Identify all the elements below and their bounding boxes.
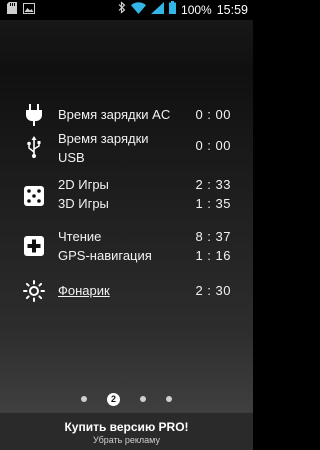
wifi-icon <box>131 1 147 19</box>
plus-icon <box>22 234 46 258</box>
usb-charging-label-line2: USB <box>58 150 85 165</box>
buy-pro-label[interactable]: Купить версию PRO! <box>0 420 253 434</box>
flashlight-link[interactable]: Фонарик <box>58 281 110 300</box>
gps-navigation-value: 1 : 16 <box>195 248 231 263</box>
page-dot-1[interactable] <box>81 396 87 402</box>
signal-icon <box>151 1 165 19</box>
reading-label: Чтение <box>58 229 102 244</box>
buy-pro-banner[interactable]: Купить версию PRO! Убрать рекламу <box>0 412 253 450</box>
plug-icon <box>22 103 46 127</box>
usb-icon <box>22 135 46 159</box>
flashlight-value: 2 : 30 <box>195 283 231 298</box>
status-time: 15:59 <box>216 3 248 17</box>
usb-charging-label-line1: Время зарядки <box>58 131 149 146</box>
games-3d-label: 3D Игры <box>58 196 109 211</box>
battery-icon <box>169 1 177 19</box>
dice-icon <box>22 184 46 208</box>
page-indicator: 2 <box>0 392 253 406</box>
games-3d-value: 1 : 35 <box>195 196 231 211</box>
sd-card-icon <box>7 1 17 19</box>
reading-value: 8 : 37 <box>195 229 231 244</box>
battery-percent: 100% <box>181 3 212 17</box>
sun-icon <box>22 279 46 303</box>
image-icon <box>23 1 35 19</box>
app-screen: 100% 15:59 Время зарядки AC 0 : 00 Время… <box>0 0 253 450</box>
bluetooth-icon <box>118 1 126 19</box>
games-2d-value: 2 : 33 <box>195 177 231 192</box>
remove-ads-label: Убрать рекламу <box>93 435 160 445</box>
games-2d-label: 2D Игры <box>58 177 109 192</box>
ac-charging-label: Время зарядки AC <box>58 107 171 122</box>
status-bar: 100% 15:59 <box>0 0 253 20</box>
page-dot-active[interactable]: 2 <box>107 392 120 406</box>
page-dot-3[interactable] <box>140 396 146 402</box>
gps-navigation-label: GPS-навигация <box>58 248 152 263</box>
page-dot-4[interactable] <box>166 396 172 402</box>
usb-charging-value: 0 : 00 <box>195 138 231 153</box>
ac-charging-value: 0 : 00 <box>195 107 231 122</box>
